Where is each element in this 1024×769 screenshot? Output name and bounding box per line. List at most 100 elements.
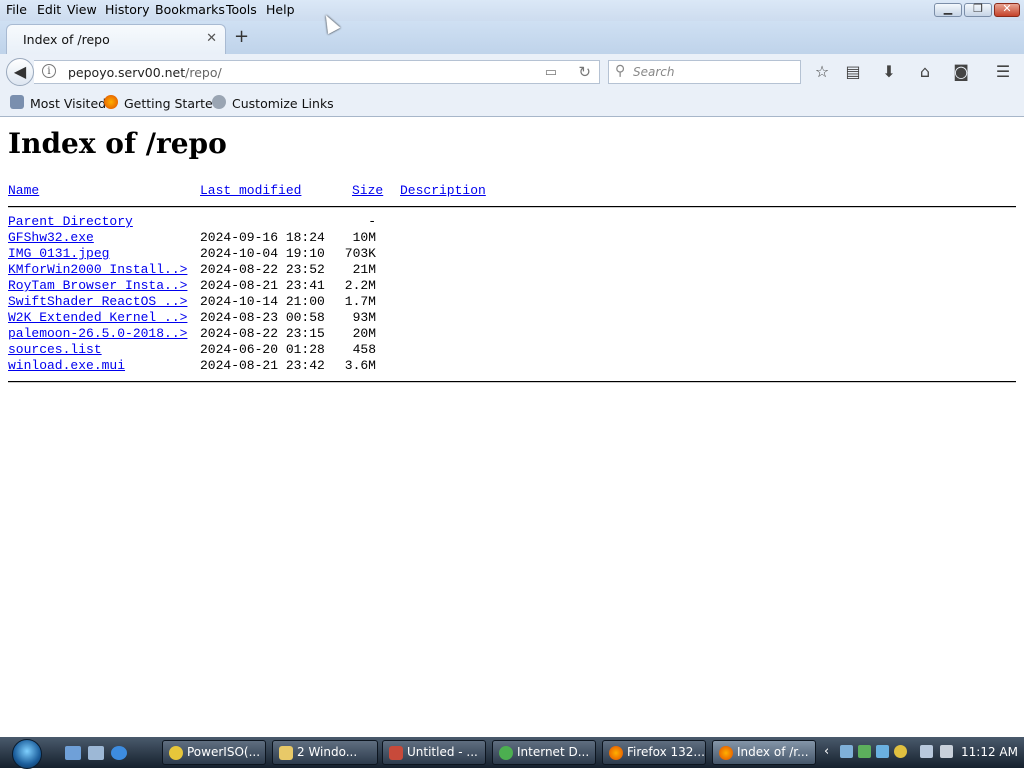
url-host: pepoyo.serv00.net <box>68 65 186 80</box>
windows-logo-icon <box>12 739 42 769</box>
file-date: 2024-08-21 23:41 <box>200 278 325 293</box>
network-icon[interactable] <box>920 745 933 758</box>
menu-history[interactable]: History <box>105 2 149 17</box>
bookmark-customize-links[interactable]: Customize Links <box>232 96 334 111</box>
tray-app-icon[interactable] <box>894 745 907 758</box>
menu-file[interactable]: File <box>6 2 27 17</box>
url-text: pepoyo.serv00.net/repo/ <box>68 65 222 80</box>
file-link[interactable]: SwiftShader ReactOS ..> <box>8 294 187 309</box>
divider-top <box>8 206 1016 208</box>
file-size: 93M <box>352 310 376 325</box>
firefox-icon <box>104 95 118 109</box>
tab-close-icon[interactable]: ✕ <box>206 31 217 46</box>
file-size: - <box>368 214 376 229</box>
search-input[interactable]: ⚲ Search <box>608 60 801 84</box>
switch-windows-icon[interactable] <box>88 746 104 760</box>
url-path: /repo/ <box>185 65 222 80</box>
file-link[interactable]: KMforWin2000 Install..> <box>8 262 187 277</box>
file-date: 2024-08-22 23:15 <box>200 326 325 341</box>
task-label: 2 Windo... <box>297 745 358 759</box>
system-tray: ‹ 11:12 AM <box>822 737 1024 768</box>
tray-app-icon[interactable] <box>840 745 853 758</box>
column-size-link[interactable]: Size <box>352 183 383 198</box>
menu-bar: File Edit View History Bookmarks Tools H… <box>0 0 1024 21</box>
column-last-modified-link[interactable]: Last modified <box>200 183 301 198</box>
file-date: 2024-08-22 23:52 <box>200 262 325 277</box>
task-label: Internet D... <box>517 745 590 759</box>
download-icon[interactable]: ⬇ <box>878 62 900 82</box>
taskbar-button-firefox-132[interactable]: Firefox 132... <box>602 740 706 765</box>
menu-bookmarks[interactable]: Bookmarks <box>155 2 225 17</box>
star-icon[interactable]: ☆ <box>811 62 833 82</box>
volume-muted-icon[interactable] <box>940 745 953 758</box>
file-size: 21M <box>352 262 376 277</box>
close-icon: ✕ <box>1002 2 1012 15</box>
file-size: 2.2M <box>344 278 376 293</box>
taskbar-button-poweriso[interactable]: PowerISO(... <box>162 740 266 765</box>
back-button[interactable]: ◀ <box>6 58 34 86</box>
tab-strip: Index of /repo ✕ + <box>0 21 1024 54</box>
column-description-link[interactable]: Description <box>400 183 486 198</box>
file-link[interactable]: winload.exe.mui <box>8 358 125 373</box>
file-date: 2024-09-16 18:24 <box>200 230 325 245</box>
file-link[interactable]: RoyTam Browser Insta..> <box>8 278 187 293</box>
url-bar[interactable]: i pepoyo.serv00.net/repo/ ▭ ↻ <box>34 60 600 84</box>
minimize-button[interactable]: ▁ <box>934 2 962 17</box>
maximize-icon: ❐ <box>973 2 983 15</box>
internet-download-icon <box>499 746 513 760</box>
column-name-link[interactable]: Name <box>8 183 39 198</box>
start-button[interactable] <box>8 737 50 769</box>
taskbar-button-internet-download[interactable]: Internet D... <box>492 740 596 765</box>
menu-icon[interactable]: ☰ <box>992 62 1014 82</box>
taskbar: PowerISO(... 2 Windo... Untitled - ... I… <box>0 737 1024 769</box>
pocket-icon[interactable]: ◙ <box>950 62 972 82</box>
reader-icon[interactable]: ▭ <box>545 65 557 80</box>
file-link[interactable]: W2K Extended Kernel ..> <box>8 310 187 325</box>
bookmark-most-visited[interactable]: Most Visited <box>30 96 106 111</box>
taskbar-button-untitled[interactable]: Untitled - ... <box>382 740 486 765</box>
file-size: 703K <box>344 246 376 261</box>
show-desktop-icon[interactable] <box>65 746 81 760</box>
taskbar-button-index-of-repo[interactable]: Index of /r... <box>712 740 816 765</box>
menu-edit[interactable]: Edit <box>37 2 61 17</box>
file-link[interactable]: sources.list <box>8 342 102 357</box>
page-title: Index of /repo <box>8 127 227 160</box>
file-size: 20M <box>352 326 376 341</box>
file-date: 2024-08-23 00:58 <box>200 310 325 325</box>
poweriso-icon <box>169 746 183 760</box>
file-link[interactable]: IMG_0131.jpeg <box>8 246 109 261</box>
file-link[interactable]: GFShw32.exe <box>8 230 94 245</box>
file-link[interactable]: palemoon-26.5.0-2018..> <box>8 326 187 341</box>
tray-expand-icon[interactable]: ‹ <box>824 744 829 759</box>
tray-app-icon[interactable] <box>858 745 871 758</box>
info-icon[interactable]: i <box>42 64 56 78</box>
clock[interactable]: 11:12 AM <box>961 745 1018 759</box>
menu-view[interactable]: View <box>67 2 97 17</box>
maximize-button[interactable]: ❐ <box>964 2 992 17</box>
close-window-button[interactable]: ✕ <box>994 2 1020 17</box>
page-content: Index of /repo Name Last modified Size D… <box>0 117 1024 737</box>
new-tab-button[interactable]: + <box>234 26 249 47</box>
globe-icon <box>212 95 226 109</box>
bookmark-getting-started[interactable]: Getting Started <box>124 96 221 111</box>
file-date: 2024-08-21 23:42 <box>200 358 325 373</box>
menu-help[interactable]: Help <box>266 2 295 17</box>
search-placeholder: Search <box>633 65 675 79</box>
file-size: 1.7M <box>344 294 376 309</box>
menu-tools[interactable]: Tools <box>226 2 257 17</box>
task-label: Index of /r... <box>737 745 809 759</box>
taskbar-button-windows-explorer[interactable]: 2 Windo... <box>272 740 378 765</box>
bookmarks-folder-icon <box>10 95 24 109</box>
reload-icon[interactable]: ↻ <box>578 63 591 81</box>
task-label: Firefox 132... <box>627 745 705 759</box>
home-icon[interactable]: ⌂ <box>914 62 936 82</box>
file-date: 2024-06-20 01:28 <box>200 342 325 357</box>
file-date: 2024-10-14 21:00 <box>200 294 325 309</box>
library-icon[interactable]: ▤ <box>842 62 864 82</box>
tab-index-of-repo[interactable]: Index of /repo ✕ <box>6 24 226 54</box>
tray-app-icon[interactable] <box>876 745 889 758</box>
search-icon: ⚲ <box>615 63 626 79</box>
internet-explorer-icon[interactable] <box>111 746 127 760</box>
parent-directory-link[interactable]: Parent Directory <box>8 214 133 229</box>
file-size: 458 <box>352 342 376 357</box>
